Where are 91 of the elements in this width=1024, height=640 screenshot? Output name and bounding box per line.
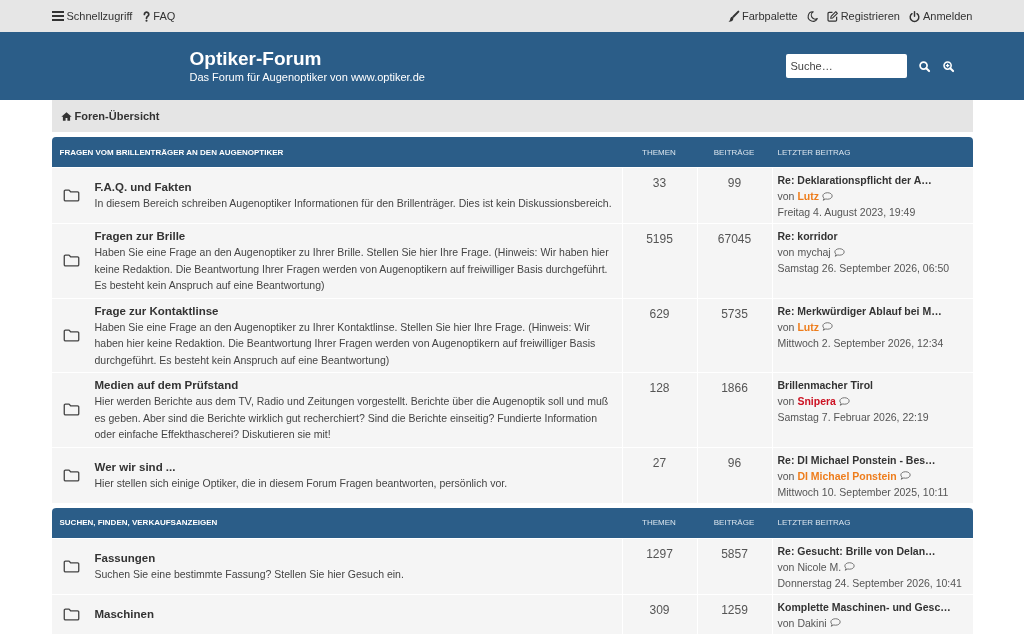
last-post-link[interactable]: Re: Deklarationspflicht der A… — [777, 172, 932, 188]
post-date: Mittwoch 10. September 2025, 10:11 — [777, 484, 949, 500]
question-icon — [143, 10, 151, 22]
post-count: 99 — [727, 176, 742, 191]
folder-icon — [62, 559, 80, 573]
forum-title-link[interactable]: Frage zur Kontaktlinse — [94, 304, 219, 317]
by-label: von — [777, 189, 795, 204]
forum-description: In diesem Bereich schreiben Augenoptiker Informationen für den Brillenträger. Dies ist kein Diskussionsbereich. — [94, 196, 612, 212]
home-icon — [60, 111, 72, 121]
register-link[interactable]: Registrieren — [826, 10, 900, 22]
topic-count: 309 — [649, 602, 670, 618]
breadcrumb-link[interactable]: Foren-Übersicht — [60, 110, 160, 122]
post-date: Samstag 26. September 2026, 06:50 — [777, 261, 950, 276]
folder-icon — [62, 328, 80, 342]
menu-icon — [51, 11, 64, 21]
last-post-link[interactable]: Komplette Maschinen- und Gesc… — [777, 598, 951, 615]
post-date: Donnerstag 24. September 2026, 10:41 — [777, 575, 962, 591]
speech-bubble-icon[interactable] — [822, 191, 833, 201]
last-post-link[interactable]: Re: Gesucht: Brille von Delan… — [777, 542, 936, 559]
forum-title-link[interactable]: Wer wir sind ... — [94, 460, 176, 473]
forum-description: Haben Sie eine Frage an den Augenoptiker zu Ihrer Brille. Stellen Sie hier Ihre Frage. (Hinweis: Wir haben hier keine Redaktion. Die Beantwortung Ihrer Fragen werden von Augenoptikern auf freiwilliger Basis durchgeführt. Es besteht kein Anspruch auf eine Beantwortung) — [94, 245, 610, 293]
author-link[interactable]: Snipera — [797, 393, 836, 409]
author-link[interactable]: Nicole M. — [797, 558, 842, 575]
topic-count: 1297 — [646, 546, 673, 562]
forum-title-link[interactable]: Fragen zur Brille — [94, 230, 186, 242]
folder-icon — [62, 607, 80, 621]
topic-count: 128 — [649, 381, 670, 396]
moon-icon[interactable] — [806, 10, 818, 22]
by-label: von — [777, 468, 795, 484]
author-link[interactable]: Dakini — [797, 614, 827, 631]
topic-count: 27 — [652, 455, 667, 471]
by-label: von — [777, 559, 795, 575]
speech-bubble-icon[interactable] — [838, 396, 850, 406]
edit-icon — [826, 10, 838, 22]
by-label: von — [777, 394, 795, 409]
search-plus-icon[interactable] — [942, 60, 954, 72]
login-link[interactable]: Anmelden — [908, 10, 973, 22]
last-post-link[interactable]: Re: Merkwürdiger Ablauf bei M… — [777, 302, 942, 319]
column-header: LETZTER BEITRAG — [777, 147, 851, 157]
site-title[interactable]: Optiker-Forum — [189, 48, 322, 70]
folder-icon — [62, 254, 80, 268]
folder-icon — [62, 403, 80, 417]
post-count: 5735 — [721, 306, 748, 322]
forum-title-link[interactable]: Medien auf dem Prüfstand — [94, 379, 239, 391]
post-date: Freitag 4. August 2023, 19:49 — [777, 205, 916, 220]
by-label: von — [777, 245, 795, 260]
category-title[interactable]: FRAGEN VOM BRILLENTRÄGER AN DEN AUGENOPTIKER — [59, 147, 284, 157]
folder-icon — [62, 189, 80, 202]
folder-icon — [62, 468, 80, 482]
last-post-link[interactable]: Re: korridor — [777, 228, 838, 244]
post-count: 5857 — [721, 546, 748, 562]
forum-description: Suchen Sie eine bestimmte Fassung? Stellen Sie hier Gesuch ein. — [94, 566, 404, 582]
quick-access-link[interactable]: Schnellzugriff — [51, 10, 133, 22]
column-header: THEMEN — [642, 147, 676, 157]
color-palette-link[interactable]: Farbpalette — [728, 10, 798, 22]
search-icon[interactable] — [918, 60, 930, 72]
faq-link[interactable]: FAQ — [143, 10, 176, 22]
post-count: 67045 — [717, 232, 752, 247]
post-date: Mittwoch 2. September 2026, 12:34 — [777, 335, 944, 351]
by-label: von — [777, 615, 795, 631]
forum-title-link[interactable]: Fassungen — [94, 551, 156, 564]
column-header: THEMEN — [642, 518, 676, 527]
search-field[interactable]: Suche… — [785, 54, 907, 78]
speech-bubble-icon[interactable] — [829, 618, 841, 627]
site-subtitle: Das Forum für Augenoptiker von www.optiker.de — [189, 70, 426, 84]
topic-count: 33 — [652, 176, 667, 191]
power-icon — [908, 10, 920, 22]
by-label: von — [777, 319, 795, 335]
last-post-link[interactable]: Re: DI Michael Ponstein - Bes… — [777, 451, 936, 468]
forum-title-link[interactable]: F.A.Q. und Fakten — [94, 181, 192, 194]
column-header: BEITRÄGE — [713, 147, 755, 157]
post-count: 96 — [727, 455, 742, 471]
post-count: 1866 — [721, 381, 748, 396]
category-title[interactable]: SUCHEN, FINDEN, VERKAUFSANZEIGEN — [59, 518, 218, 527]
column-header: BEITRÄGE — [713, 518, 755, 527]
paintbrush-icon — [728, 10, 739, 22]
post-count: 1259 — [721, 602, 748, 618]
topic-count: 5195 — [646, 232, 673, 247]
speech-bubble-icon[interactable] — [822, 322, 833, 331]
column-header: LETZTER BEITRAG — [777, 518, 851, 527]
forum-title-link[interactable]: Maschinen — [94, 608, 154, 620]
author-link[interactable]: mychaj — [797, 244, 831, 260]
topic-count: 629 — [649, 306, 670, 322]
post-date: Samstag 7. Februar 2026, 22:19 — [777, 410, 929, 425]
last-post-link[interactable]: Brillenmacher Tirol — [777, 377, 873, 393]
forum-description: Hier werden Berichte aus dem TV, Radio und Zeitungen vorgestellt. Berichte über die Augenoptik soll und muß es geben. Aber sind die Berichte wirklich gut recherchiert? Sind die Berichte einseitig? Fundierte Information oder einfache Effekthascherei? Diskutieren sie mit! — [94, 394, 610, 442]
forum-description: Haben Sie eine Frage an den Augenoptiker zu Ihrer Kontaktlinse. Stellen Sie hier Ihre Frage. (Hinweis: Wir haben hier keine Redaktion. Die Beantwortung Ihrer Fragen werden von Augenoptikern auf freiwilliger Basis durchgeführt. Es besteht kein Anspruch auf eine Beantwortung) — [94, 319, 597, 368]
speech-bubble-icon[interactable] — [899, 471, 911, 480]
speech-bubble-icon[interactable] — [844, 562, 856, 571]
speech-bubble-icon[interactable] — [833, 247, 845, 257]
forum-description: Hier stellen sich einige Optiker, die in diesem Forum Fragen beantworten, persönlich vor. — [94, 475, 508, 491]
